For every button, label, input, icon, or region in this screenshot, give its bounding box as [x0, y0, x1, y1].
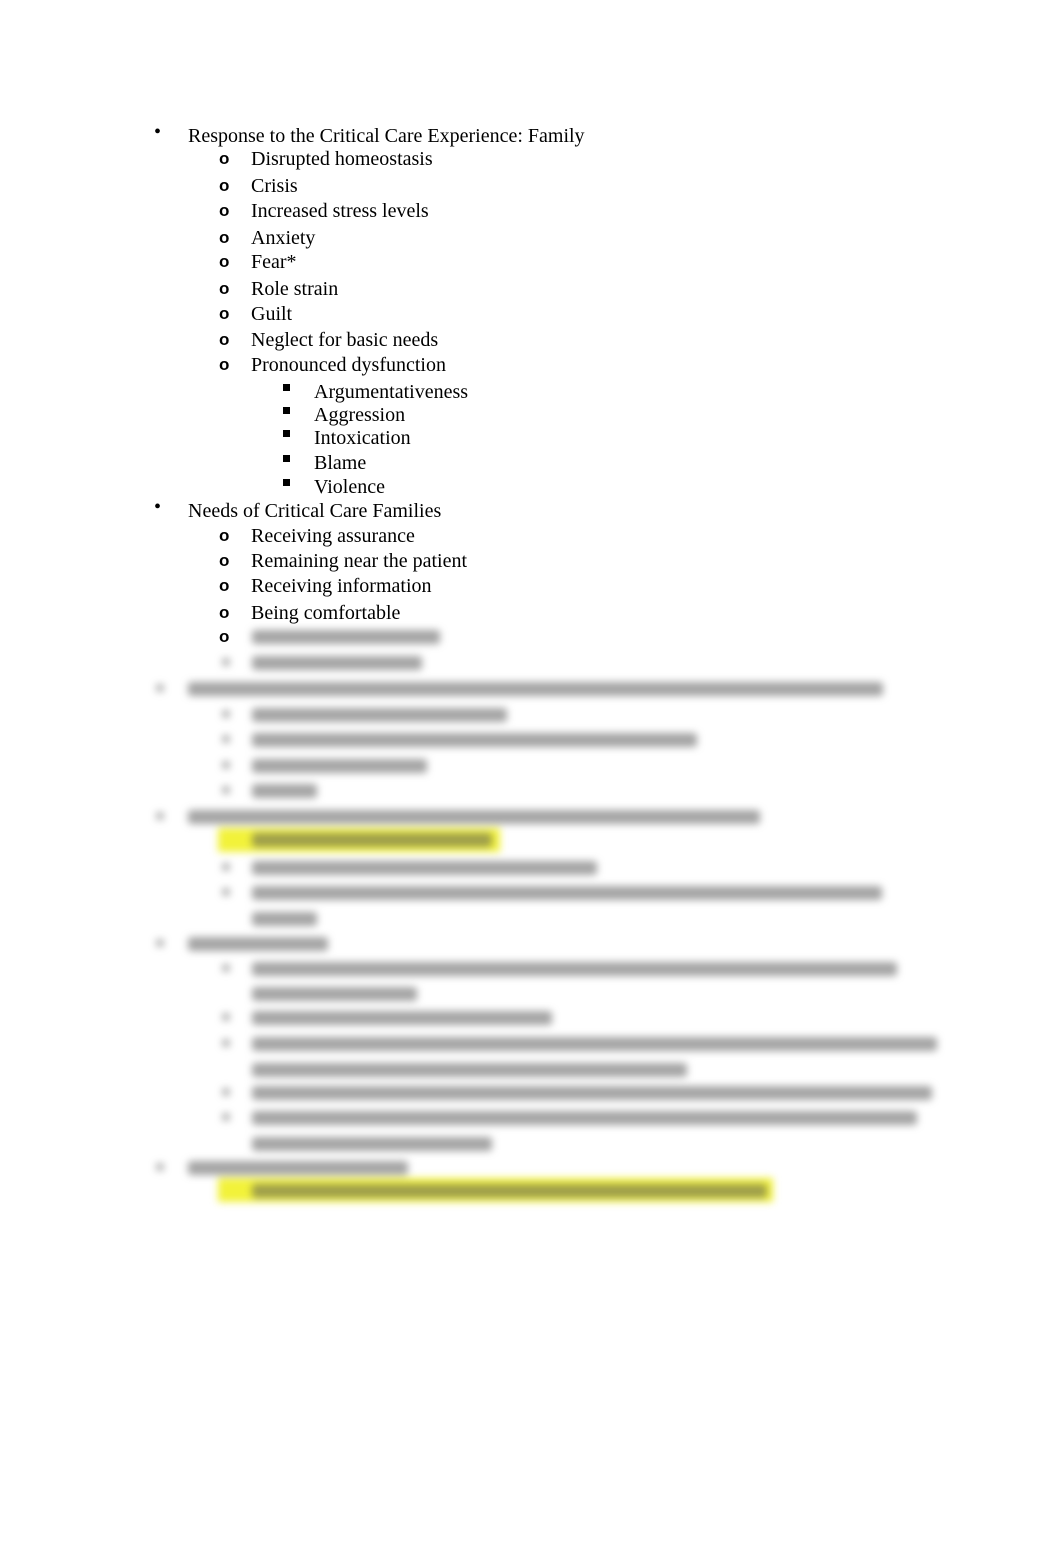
- blurred-line: [188, 810, 760, 824]
- blurred-line: [252, 861, 597, 875]
- blurred-line: [252, 656, 422, 670]
- blurred-line: [252, 1037, 937, 1051]
- blurred-line: [252, 962, 897, 976]
- blurred-bullet: [222, 761, 230, 769]
- blurred-line: [252, 784, 317, 798]
- blurred-bullet: [222, 658, 230, 666]
- blurred-bullet: [222, 964, 230, 972]
- blurred-bullet: [222, 710, 230, 718]
- blurred-content: [0, 0, 1062, 1556]
- blurred-bullet: [222, 1013, 230, 1021]
- blurred-line: [188, 1161, 408, 1175]
- blurred-bullet: [222, 863, 230, 871]
- blurred-line: [252, 733, 697, 747]
- blurred-bullet: [156, 1163, 164, 1171]
- blurred-line: [252, 1011, 552, 1025]
- blurred-line: [252, 1063, 687, 1077]
- blurred-line: [252, 1184, 767, 1198]
- blurred-line: [252, 912, 317, 926]
- blurred-line: [252, 759, 427, 773]
- blurred-bullet: [156, 939, 164, 947]
- document-page: • Response to the Critical Care Experien…: [0, 0, 1062, 1556]
- blurred-line: [252, 708, 507, 722]
- blurred-bullet: [156, 812, 164, 820]
- blurred-line: [252, 886, 882, 900]
- blurred-bullet: [222, 1088, 230, 1096]
- blurred-bullet: [156, 684, 164, 692]
- blurred-bullet: [222, 735, 230, 743]
- blurred-bullet: [222, 1039, 230, 1047]
- blurred-line: [252, 1137, 492, 1151]
- blurred-line: [252, 987, 417, 1001]
- blurred-line: [252, 833, 492, 847]
- blurred-bullet: [222, 888, 230, 896]
- blurred-bullet: [222, 1113, 230, 1121]
- blurred-line: [252, 1111, 917, 1125]
- blurred-line: [188, 937, 328, 951]
- blurred-line: [252, 1086, 932, 1100]
- blurred-bullet: [222, 786, 230, 794]
- blurred-line: [252, 630, 440, 644]
- blurred-line: [188, 682, 883, 696]
